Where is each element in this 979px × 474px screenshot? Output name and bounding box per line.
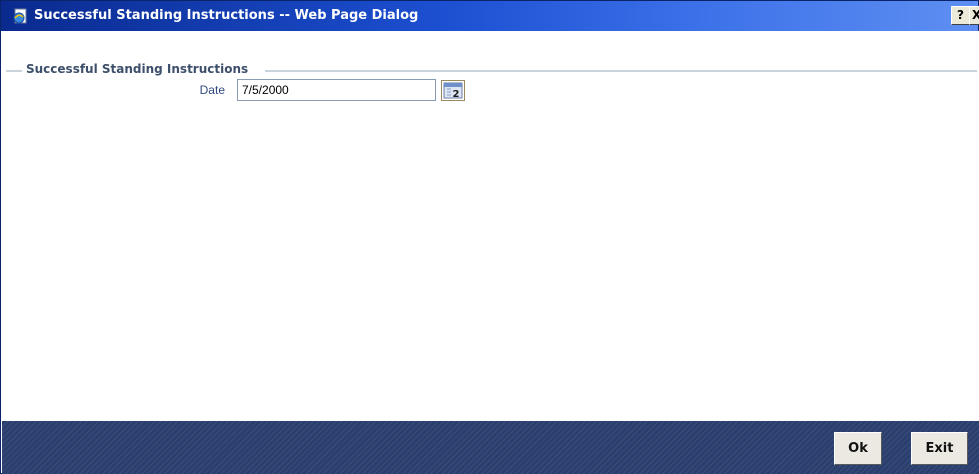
dialog-content: Successful Standing Instructions Date 2	[2, 31, 979, 421]
ok-button[interactable]: Ok	[834, 432, 882, 465]
exit-button[interactable]: Exit	[911, 432, 968, 465]
close-button[interactable]: X	[969, 6, 979, 25]
title-bar[interactable]: Successful Standing Instructions -- Web …	[1, 1, 979, 31]
window-title: Successful Standing Instructions -- Web …	[34, 8, 419, 23]
date-label: Date	[199, 83, 225, 97]
ie-page-icon	[13, 8, 27, 24]
section-title: Successful Standing Instructions	[26, 62, 249, 76]
calendar-icon-text: 2	[453, 89, 460, 100]
date-input[interactable]	[237, 79, 436, 101]
section-divider-right	[265, 70, 977, 72]
calendar-icon: 2	[443, 82, 463, 100]
dialog-window: Successful Standing Instructions -- Web …	[0, 0, 979, 474]
calendar-button[interactable]: 2	[441, 80, 465, 101]
dialog-footer: Ok Exit	[2, 421, 979, 474]
help-button[interactable]: ?	[951, 6, 970, 25]
section-divider-left	[6, 70, 22, 72]
